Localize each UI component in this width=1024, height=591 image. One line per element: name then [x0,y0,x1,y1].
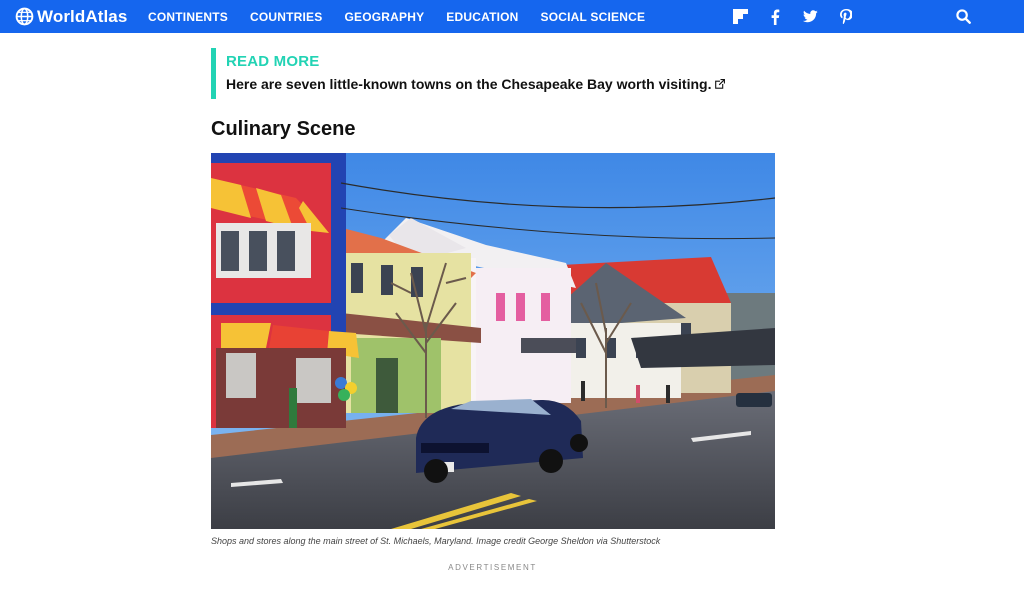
flipboard-icon [732,9,748,24]
read-more-link[interactable]: Here are seven little-known towns on the… [226,76,726,92]
nav-countries[interactable]: COUNTRIES [250,10,322,24]
read-more-title: READ MORE [226,53,320,70]
top-nav-bar: WorldAtlas CONTINENTS COUNTRIES GEOGRAPH… [0,0,1024,33]
street-scene-photo [211,153,775,529]
search-button[interactable] [951,0,975,33]
image-caption: Shops and stores along the main street o… [211,536,661,546]
read-more-callout: READ MORE Here are seven little-known to… [211,48,776,99]
read-more-link-text: Here are seven little-known towns on the… [226,76,712,92]
globe-icon [15,7,34,26]
main-nav: CONTINENTS COUNTRIES GEOGRAPHY EDUCATION… [148,0,667,33]
nav-continents[interactable]: CONTINENTS [148,10,228,24]
nav-education[interactable]: EDUCATION [446,10,518,24]
facebook-button[interactable] [763,0,787,33]
brand-logo-link[interactable]: WorldAtlas [15,6,127,27]
nav-social-science[interactable]: SOCIAL SCIENCE [541,10,646,24]
section-heading: Culinary Scene [211,118,356,140]
brand-name: WorldAtlas [37,6,128,26]
flipboard-button[interactable] [728,0,752,33]
twitter-icon [802,10,818,23]
advertisement-label: ADVERTISEMENT [448,563,537,572]
pinterest-button[interactable] [834,0,858,33]
twitter-button[interactable] [798,0,822,33]
external-link-icon [715,79,726,89]
nav-geography[interactable]: GEOGRAPHY [344,10,424,24]
facebook-icon [771,9,780,25]
pinterest-icon [840,9,852,24]
search-icon [955,9,971,24]
